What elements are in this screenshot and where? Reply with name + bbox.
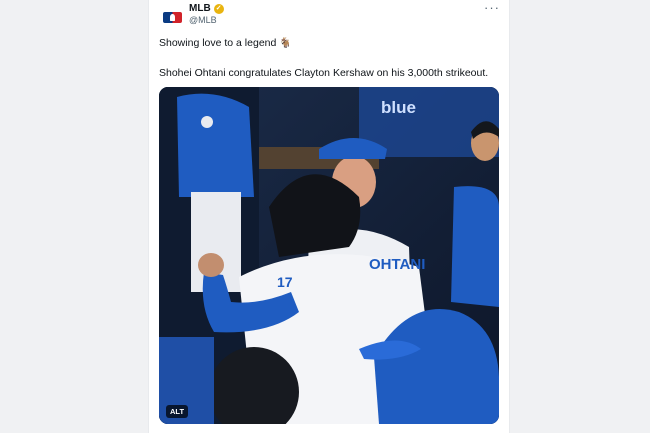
jersey-number-text: 17 xyxy=(277,274,293,290)
photo-illustration: blue OHTANI 17 xyxy=(159,87,499,424)
tweet-text-line-1: Showing love to a legend 🐐 xyxy=(159,37,292,49)
jersey-name-text: OHTANI xyxy=(369,256,425,273)
more-icon[interactable]: ··· xyxy=(484,0,500,15)
goat-emoji-icon: 🐐 xyxy=(279,38,292,49)
tweet-photo[interactable]: blue OHTANI 17 ALT xyxy=(159,87,499,424)
action-bar xyxy=(159,428,499,433)
handle[interactable]: @MLB xyxy=(189,15,217,25)
verified-badge-icon: ✓ xyxy=(213,3,224,14)
signage-text: blue xyxy=(381,98,416,117)
tweet-card: MLB ✓ @MLB ··· Showing love to a legend … xyxy=(148,0,510,433)
tweet-text-line-2: Shohei Ohtani congratulates Clayton Kers… xyxy=(159,67,489,79)
avatar[interactable] xyxy=(159,4,185,30)
alt-text-badge[interactable]: ALT xyxy=(166,405,189,418)
author-name-row: MLB ✓ xyxy=(189,3,224,14)
display-name[interactable]: MLB xyxy=(189,3,211,14)
tweet-text-main: Showing love to a legend xyxy=(159,37,277,49)
mlb-logo-icon xyxy=(162,11,182,23)
